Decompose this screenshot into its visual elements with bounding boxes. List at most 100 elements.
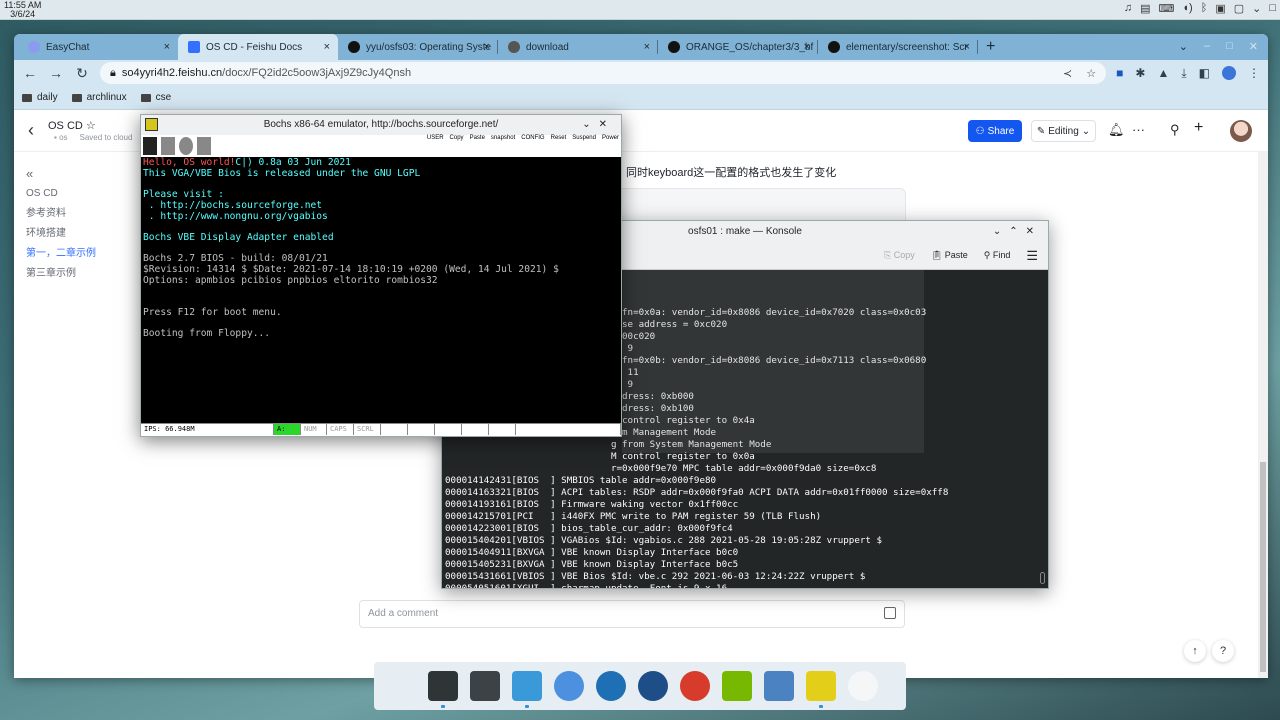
settings-icon[interactable] <box>428 671 458 708</box>
steam-icon[interactable] <box>596 671 626 701</box>
address-bar[interactable]: 🔒︎ so4yyri4h2.feishu.cn/docx/FQ2id2c5oow… <box>100 62 1107 84</box>
vivaldi-icon[interactable] <box>638 671 668 701</box>
system-clock[interactable]: 11:55 AM 3/6/24 <box>4 1 41 19</box>
chevron-down-icon[interactable]: ⌄ <box>1252 2 1261 15</box>
user-avatar[interactable] <box>1230 120 1252 142</box>
editing-mode-dropdown[interactable]: ✎ Editing ⌄ <box>1031 120 1096 142</box>
tab-download[interactable]: download × <box>498 34 658 60</box>
power-button[interactable]: Power <box>602 135 619 141</box>
close-tab-icon[interactable]: × <box>164 41 170 53</box>
outline-item-references[interactable]: 参考资料 <box>26 204 96 224</box>
labs-icon[interactable]: ▲ <box>1157 66 1169 80</box>
profile-avatar[interactable] <box>1222 66 1236 80</box>
close-button[interactable]: ✕ <box>1026 226 1042 237</box>
bookmark-archlinux[interactable]: archlinux <box>71 92 127 103</box>
minimize-button[interactable]: ⌄ <box>582 119 598 130</box>
outline-item-os-cd[interactable]: OS CD <box>26 184 96 204</box>
doc-paragraph[interactable]: 同时keyboard这一配置的格式也发生了变化 <box>626 164 836 180</box>
bluetooth-icon[interactable]: ᛒ <box>1201 2 1208 15</box>
close-button[interactable]: ✕ <box>599 119 615 130</box>
usb-icon[interactable] <box>197 137 211 155</box>
share-button[interactable]: ⚇ Share <box>968 120 1022 142</box>
star-icon[interactable]: ☆ <box>86 120 96 132</box>
copy-button[interactable]: Copy <box>450 135 464 141</box>
network-icon[interactable]: ▣ <box>1215 2 1225 15</box>
new-tab-button[interactable]: + <box>978 34 1003 60</box>
hamburger-menu-icon[interactable]: ☰ <box>1026 248 1038 264</box>
bookmark-star-icon[interactable]: ☆ <box>1086 67 1096 80</box>
outline-item-environment[interactable]: 环境搭建 <box>26 224 96 244</box>
keyboard-icon[interactable]: ⌨ <box>1159 2 1175 15</box>
config-button[interactable]: CONFIG <box>521 135 544 141</box>
image-icon[interactable] <box>884 607 896 619</box>
clipboard-icon[interactable]: ▤ <box>1140 2 1150 15</box>
terminal-scrollbar[interactable] <box>1040 572 1045 584</box>
scrollbar-thumb[interactable] <box>1260 462 1266 672</box>
close-tab-icon[interactable]: × <box>484 41 490 53</box>
extension-icon[interactable]: ■ <box>1116 66 1123 80</box>
bookmark-daily[interactable]: daily <box>22 92 58 103</box>
display-icon[interactable]: ▢ <box>1234 2 1244 15</box>
chromium-icon[interactable] <box>554 671 584 701</box>
bookmark-cse[interactable]: cse <box>140 92 171 103</box>
back-button[interactable]: ← <box>22 65 38 81</box>
scroll-top-button[interactable]: ↑ <box>1184 640 1206 662</box>
suspend-button[interactable]: Suspend <box>572 135 596 141</box>
notification-icon[interactable]: ♫ <box>1124 2 1132 15</box>
tab-search-icon[interactable]: ⌄ <box>1179 40 1188 53</box>
close-tab-icon[interactable]: × <box>964 41 970 53</box>
outline-item-chapter-1-2[interactable]: 第一，二章示例 <box>26 244 96 264</box>
puzzle-icon[interactable]: ✱ <box>1135 66 1145 80</box>
paste-button[interactable]: Paste <box>470 135 485 141</box>
emulator-screen[interactable]: Hello, OS world!C|) 0.8a 03 Jun 2021 This… <box>141 157 621 423</box>
folder-label[interactable]: ▪ os <box>54 133 68 142</box>
close-tab-icon[interactable]: × <box>804 41 810 53</box>
page-scrollbar[interactable] <box>1258 152 1268 678</box>
minimize-button[interactable]: ⌄ <box>993 226 1009 237</box>
desktop-icon[interactable]: □ <box>1269 2 1276 15</box>
copy-button[interactable]: ⎘ Copy <box>884 250 915 261</box>
menu-icon[interactable]: ⋮ <box>1248 66 1260 80</box>
forward-button[interactable]: → <box>48 65 64 81</box>
search-icon[interactable]: ⚲ <box>1170 122 1180 138</box>
floppy-a-icon[interactable] <box>143 137 157 155</box>
reset-button[interactable]: Reset <box>551 135 567 141</box>
snapshot-button[interactable]: snapshot <box>491 135 515 141</box>
tab-orange-os[interactable]: ORANGE_OS/chapter3/3_bf × <box>658 34 818 60</box>
close-tab-icon[interactable]: × <box>644 41 650 53</box>
outline-item-chapter-3[interactable]: 第三章示例 <box>26 264 96 284</box>
volume-icon[interactable]: ◖) <box>1182 2 1192 15</box>
nvidia-icon[interactable] <box>722 671 752 701</box>
launcher-icon[interactable] <box>386 671 416 701</box>
maximize-button[interactable]: □ <box>1226 40 1233 53</box>
tab-osfs03[interactable]: yyu/osfs03: Operating Syste × <box>338 34 498 60</box>
share-page-icon[interactable]: ≺ <box>1063 67 1072 80</box>
download-icon[interactable]: ⤓ <box>1181 66 1186 81</box>
find-button[interactable]: ⚲ Find <box>984 250 1011 261</box>
files-icon[interactable] <box>512 671 542 708</box>
close-window-button[interactable]: ✕ <box>1249 40 1258 53</box>
maximize-button[interactable]: ⌃ <box>1009 226 1025 237</box>
comment-input[interactable]: Add a comment <box>359 600 905 628</box>
tab-elementary[interactable]: elementary/screenshot: Scr × <box>818 34 978 60</box>
screenshot-icon[interactable] <box>764 671 794 701</box>
side-panel-icon[interactable]: ◧ <box>1199 66 1210 80</box>
bochs-icon[interactable] <box>806 671 836 708</box>
help-button[interactable]: ? <box>1212 640 1234 662</box>
bell-icon[interactable]: 🔔︎ <box>1108 122 1125 138</box>
clock-icon[interactable] <box>848 671 878 701</box>
tab-easychat[interactable]: EasyChat × <box>18 34 178 60</box>
terminal-icon[interactable] <box>470 671 500 701</box>
cdrom-icon[interactable] <box>179 137 193 155</box>
floppy-b-icon[interactable] <box>161 137 175 155</box>
more-icon[interactable]: ··· <box>1132 122 1145 137</box>
user-button[interactable]: USER <box>427 135 444 141</box>
close-tab-icon[interactable]: × <box>324 41 330 53</box>
typora-icon[interactable] <box>680 671 710 701</box>
doc-title[interactable]: OS CD ☆ <box>48 119 96 132</box>
tab-os-cd[interactable]: OS CD - Feishu Docs × <box>178 34 338 60</box>
collapse-outline-button[interactable]: « <box>26 164 96 184</box>
bochs-titlebar[interactable]: Bochs x86-64 emulator, http://bochs.sour… <box>141 115 621 135</box>
add-icon[interactable]: + <box>1194 119 1203 137</box>
paste-button[interactable]: 📋︎ Paste <box>931 250 968 261</box>
